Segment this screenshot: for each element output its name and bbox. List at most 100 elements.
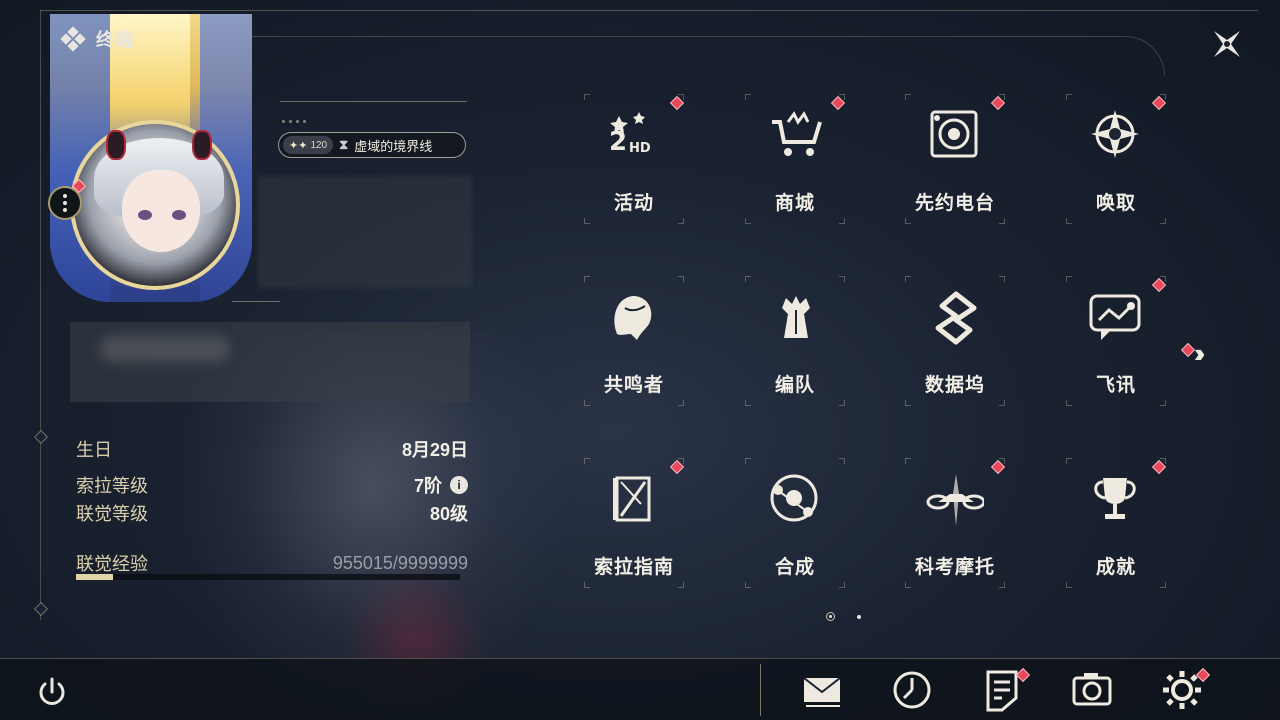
- tile-corner: [584, 218, 590, 224]
- convene-compass-icon: [1084, 104, 1148, 168]
- tile-corner: [745, 94, 751, 100]
- exp-progress-fill: [76, 574, 113, 580]
- tile-corner: [905, 276, 911, 282]
- blurred-name-panel: [70, 322, 470, 402]
- sola-level-value: 7阶: [413, 476, 442, 496]
- tile-corner: [905, 218, 911, 224]
- tile-corner: [745, 458, 751, 464]
- synthesis-icon: [763, 468, 827, 532]
- guidebook-icon: [602, 468, 666, 532]
- signature-pill[interactable]: ✦✦ 120 ⧗ 虚域的境界线: [278, 132, 466, 158]
- page-dot[interactable]: [857, 614, 861, 619]
- tile-corner: [584, 582, 590, 588]
- tile-corner: [584, 276, 590, 282]
- menu-item-guidebook[interactable]: 索拉指南: [584, 458, 685, 588]
- event-2hd-icon: 2 HD: [602, 104, 666, 168]
- mail-button[interactable]: [800, 668, 844, 712]
- avatar[interactable]: [70, 120, 240, 290]
- power-button[interactable]: [32, 672, 72, 712]
- tile-corner: [1066, 276, 1072, 282]
- tile-corner: [839, 400, 845, 406]
- tile-corner: [678, 218, 684, 224]
- camera-button[interactable]: [1070, 668, 1114, 712]
- info-icon[interactable]: i: [450, 476, 468, 494]
- signature-text: 虚域的境界线: [354, 138, 433, 154]
- motorbike-icon: [923, 468, 987, 532]
- divider: [280, 101, 467, 102]
- tile-corner: [1160, 582, 1166, 588]
- chevron-right-icon: ››: [1194, 338, 1206, 368]
- menu-item-team-chess[interactable]: 编队: [745, 276, 845, 406]
- page-dot-active[interactable]: [826, 612, 835, 621]
- exp-progress-bar: [76, 574, 460, 580]
- menu-item-label: 索拉指南: [593, 557, 674, 578]
- clock-button[interactable]: [890, 668, 934, 712]
- settings-button[interactable]: [1160, 667, 1211, 712]
- blurred-name: [100, 336, 230, 362]
- avatar-bow: [192, 130, 212, 160]
- tile-corner: [584, 94, 590, 100]
- tile-corner: [745, 582, 751, 588]
- menu-item-motorbike[interactable]: 科考摩托: [905, 458, 1006, 588]
- page-header: 终端: [60, 26, 134, 52]
- level-value: 120: [310, 139, 328, 151]
- frame-line: [40, 10, 1258, 11]
- svg-text:2: 2: [609, 127, 627, 157]
- menu-item-synthesis[interactable]: 合成: [745, 458, 845, 588]
- tile-corner: [1066, 400, 1072, 406]
- menu-item-data-dock[interactable]: 数据坞: [905, 276, 1005, 406]
- page-title: 终端: [96, 30, 134, 50]
- menu-item-shop-cart[interactable]: 商城: [745, 94, 846, 224]
- svg-text:HD: HD: [629, 141, 651, 156]
- menu-item-label: 商城: [774, 193, 815, 214]
- menu-item-label: 合成: [774, 557, 815, 578]
- clock-icon: [893, 671, 931, 709]
- next-page-button[interactable]: ››: [1194, 338, 1206, 369]
- divider: [232, 301, 280, 302]
- menu-item-label: 先约电台: [914, 193, 995, 214]
- tile-corner: [584, 400, 590, 406]
- menu-item-resonator-head[interactable]: 共鸣者: [584, 276, 684, 406]
- terminal-icon: [60, 26, 86, 52]
- menu-item-message-chat[interactable]: 飞讯: [1066, 276, 1167, 406]
- blurred-info-panel: [258, 176, 472, 288]
- tile-corner: [839, 276, 845, 282]
- menu-item-label: 数据坞: [924, 375, 985, 396]
- menu-item-trophy[interactable]: 成就: [1066, 458, 1167, 588]
- tile-corner: [1066, 94, 1072, 100]
- tile-corner: [1066, 582, 1072, 588]
- divider: [760, 664, 761, 716]
- tile-corner: [905, 458, 911, 464]
- tile-corner: [999, 400, 1005, 406]
- stat-sola-level: 索拉等级 7阶 i: [76, 472, 468, 498]
- page-indicator: [826, 612, 861, 621]
- tile-corner: [678, 400, 684, 406]
- avatar-face: [122, 170, 200, 252]
- team-chess-icon: [763, 286, 827, 350]
- menu-item-convene-compass[interactable]: 唤取: [1066, 94, 1167, 224]
- tile-corner: [839, 218, 845, 224]
- shop-cart-icon: [763, 104, 827, 168]
- tile-corner: [1160, 218, 1166, 224]
- menu-item-label: 编队: [774, 375, 815, 396]
- tile-corner: [905, 582, 911, 588]
- camera-icon: [1072, 673, 1112, 706]
- menu-item-label: 共鸣者: [603, 375, 664, 396]
- tile-corner: [745, 218, 751, 224]
- message-chat-icon: [1084, 286, 1148, 350]
- frame-marker: [33, 601, 49, 617]
- menu-item-label: 飞讯: [1095, 375, 1136, 396]
- frame-corner: [250, 36, 1165, 76]
- stat-union-level: 联觉等级 80级: [76, 504, 468, 524]
- notice-button[interactable]: [980, 667, 1031, 712]
- notification-badge: [1180, 342, 1196, 358]
- tile-corner: [1066, 458, 1072, 464]
- tile-corner: [839, 582, 845, 588]
- tile-corner: [1066, 218, 1072, 224]
- close-button[interactable]: [1194, 12, 1260, 76]
- tile-corner: [999, 582, 1005, 588]
- menu-item-radio[interactable]: 先约电台: [905, 94, 1006, 224]
- power-icon: [39, 677, 65, 705]
- avatar-eye: [138, 210, 152, 220]
- menu-item-event-2hd[interactable]: 2 HD 活动: [584, 94, 685, 224]
